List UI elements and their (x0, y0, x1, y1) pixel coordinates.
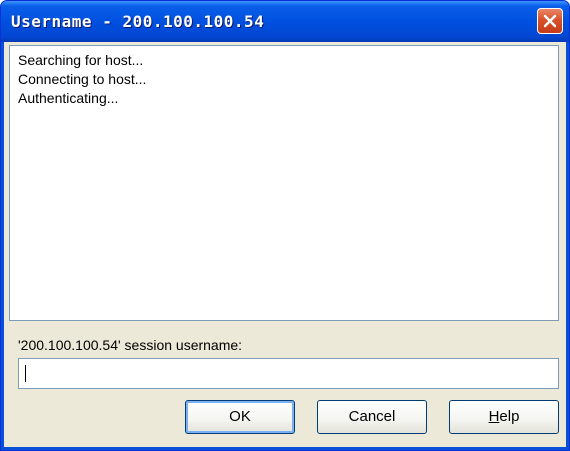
cancel-button[interactable]: Cancel (317, 400, 427, 434)
text-caret (25, 365, 26, 382)
username-prompt-label: '200.100.100.54' session username: (18, 337, 243, 353)
log-line: Connecting to host... (18, 71, 147, 87)
window-title: Username - 200.100.100.54 (11, 12, 265, 31)
dialog-body: Searching for host... Connecting to host… (4, 42, 566, 447)
username-input[interactable] (18, 358, 559, 389)
help-mnemonic: H (488, 408, 500, 425)
log-line: Searching for host... (18, 52, 144, 68)
close-button[interactable] (537, 8, 563, 34)
help-label-rest: elp (499, 408, 520, 425)
log-line: Authenticating... (18, 90, 119, 106)
help-button[interactable]: Help (449, 400, 559, 434)
title-bar[interactable]: Username - 200.100.100.54 (1, 1, 569, 42)
ok-button[interactable]: OK (185, 400, 295, 434)
close-icon (543, 14, 557, 28)
username-dialog: Username - 200.100.100.54 Searching for … (0, 0, 570, 451)
session-log[interactable]: Searching for host... Connecting to host… (9, 45, 559, 321)
